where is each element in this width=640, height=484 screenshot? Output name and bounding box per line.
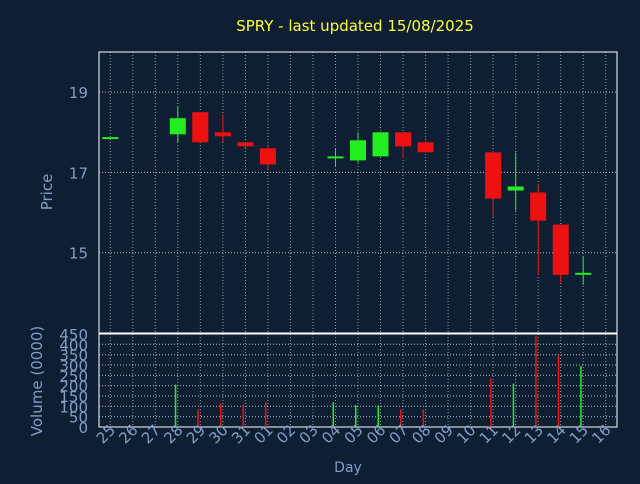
candle-body bbox=[372, 132, 389, 157]
candle-body bbox=[485, 152, 502, 199]
candle bbox=[395, 132, 411, 159]
candle bbox=[485, 150, 502, 217]
candle bbox=[417, 138, 434, 153]
candle-body bbox=[327, 156, 344, 159]
price-tick-label: 17 bbox=[69, 164, 88, 182]
candle bbox=[372, 132, 389, 157]
candle bbox=[237, 142, 254, 149]
candle-body bbox=[192, 112, 209, 143]
candle bbox=[214, 114, 231, 143]
volume-tick-label: 450 bbox=[59, 326, 88, 344]
candle bbox=[350, 132, 366, 163]
candle-body bbox=[530, 192, 547, 221]
volume-bar bbox=[580, 366, 582, 427]
stock-chart: 15 17 19 0 50 100 150 200 250 300 350 400 450 SPRY … bbox=[0, 0, 640, 480]
volume-bar bbox=[512, 383, 515, 427]
candle bbox=[192, 112, 209, 143]
candle-body bbox=[507, 186, 524, 191]
chart-svg: 15 17 19 050100150200250300350400450 SPRY … bbox=[28, 17, 618, 476]
volume-bar bbox=[535, 336, 537, 427]
candle bbox=[530, 184, 547, 275]
price-axis-label: Price bbox=[38, 174, 56, 211]
candle-body bbox=[350, 140, 366, 161]
candle bbox=[575, 256, 592, 285]
price-tick-label: 19 bbox=[69, 84, 88, 102]
candle-body bbox=[395, 132, 411, 147]
candle-body bbox=[552, 224, 569, 275]
price-tick-label: 15 bbox=[69, 245, 88, 263]
candle-body bbox=[575, 272, 592, 275]
volume-frame bbox=[98, 333, 618, 428]
volume-bar bbox=[490, 378, 492, 427]
candle-body bbox=[169, 118, 186, 135]
x-axis-label: Day bbox=[334, 460, 362, 476]
price-panel: 15 17 19 bbox=[69, 51, 618, 334]
volume-panel: 050100150200250300350400450 bbox=[59, 326, 618, 437]
candle-body bbox=[237, 142, 254, 147]
candle bbox=[552, 224, 569, 283]
candle bbox=[507, 152, 524, 211]
volume-axis-label: Volume (0000) bbox=[28, 326, 46, 436]
candle-body bbox=[214, 132, 231, 137]
volume-bar bbox=[174, 384, 177, 427]
x-tick-label: 16 bbox=[588, 421, 614, 447]
candle bbox=[259, 146, 276, 171]
volume-bar bbox=[557, 355, 560, 427]
candle bbox=[169, 106, 186, 143]
candle bbox=[102, 137, 119, 140]
candle-body bbox=[102, 137, 119, 140]
chart-title: SPRY - last updated 15/08/2025 bbox=[236, 17, 474, 35]
candle-body bbox=[417, 142, 434, 153]
candle-body bbox=[259, 148, 276, 165]
candle bbox=[327, 148, 344, 167]
